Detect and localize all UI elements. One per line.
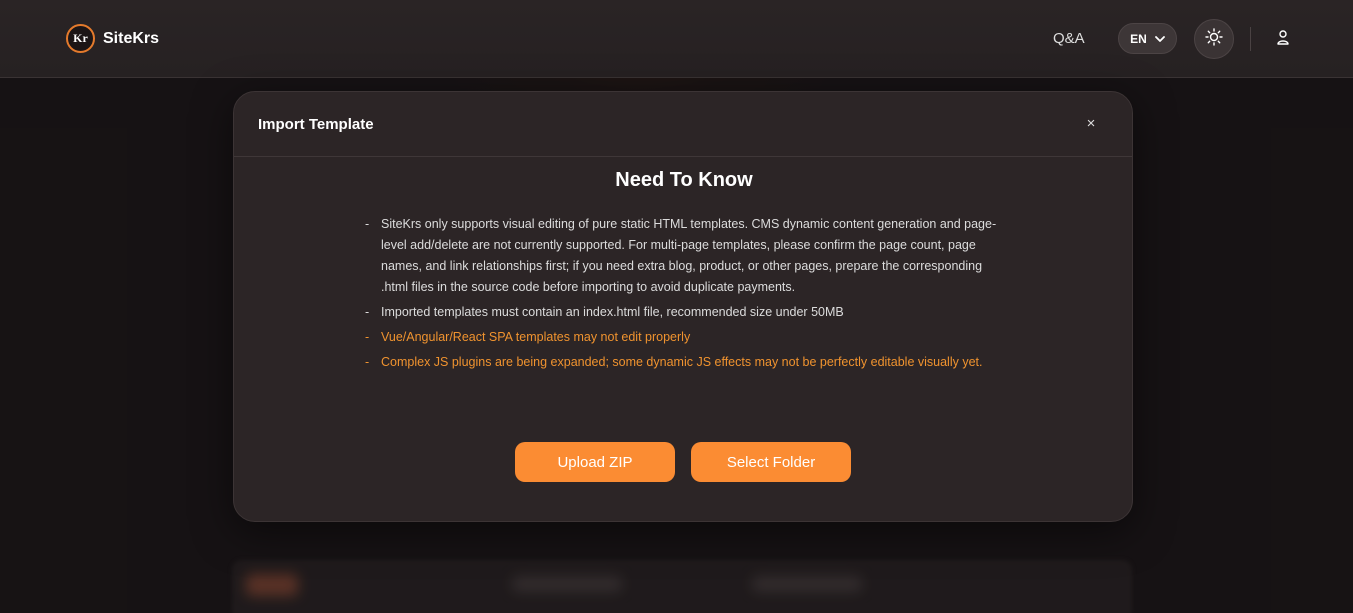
notice-item-warning: Vue/Angular/React SPA templates may not …: [365, 327, 1005, 348]
background-blur-shape: [752, 576, 862, 592]
logo-badge-icon: Kr: [66, 24, 95, 53]
modal-title: Import Template: [258, 116, 374, 133]
background-card: [232, 560, 1132, 613]
close-icon[interactable]: ×: [1084, 116, 1098, 132]
import-template-modal: Import Template × Need To Know SiteKrs o…: [233, 91, 1133, 522]
background-blur-shape: [246, 574, 298, 596]
notice-item-warning: Complex JS plugins are being expanded; s…: [365, 352, 1005, 373]
logo[interactable]: Kr SiteKrs: [66, 24, 159, 53]
brand-name: SiteKrs: [103, 29, 160, 47]
select-folder-button[interactable]: Select Folder: [691, 442, 851, 482]
language-value: EN: [1130, 31, 1147, 46]
notice-heading: Need To Know: [615, 169, 753, 191]
language-select[interactable]: EN: [1118, 23, 1177, 54]
modal-actions: Upload ZIP Select Folder: [515, 442, 851, 482]
notice-item: Imported templates must contain an index…: [365, 302, 1005, 323]
upload-zip-button[interactable]: Upload ZIP: [515, 442, 675, 482]
top-header: Kr SiteKrs Q&A EN: [0, 0, 1353, 78]
user-account-button[interactable]: [1272, 28, 1294, 50]
background-blur-shape: [512, 576, 622, 592]
notice-item: SiteKrs only supports visual editing of …: [365, 214, 1005, 298]
header-divider: [1250, 27, 1251, 51]
chevron-down-icon: [1154, 32, 1165, 46]
modal-header: Import Template ×: [234, 92, 1132, 157]
notice-list: SiteKrs only supports visual editing of …: [365, 214, 1005, 377]
theme-toggle-button[interactable]: [1194, 19, 1234, 59]
sun-icon: [1205, 27, 1223, 51]
page: Kr SiteKrs Q&A EN Import Template × Need…: [0, 0, 1353, 613]
qa-link[interactable]: Q&A: [1053, 30, 1085, 47]
user-icon: [1276, 29, 1290, 50]
